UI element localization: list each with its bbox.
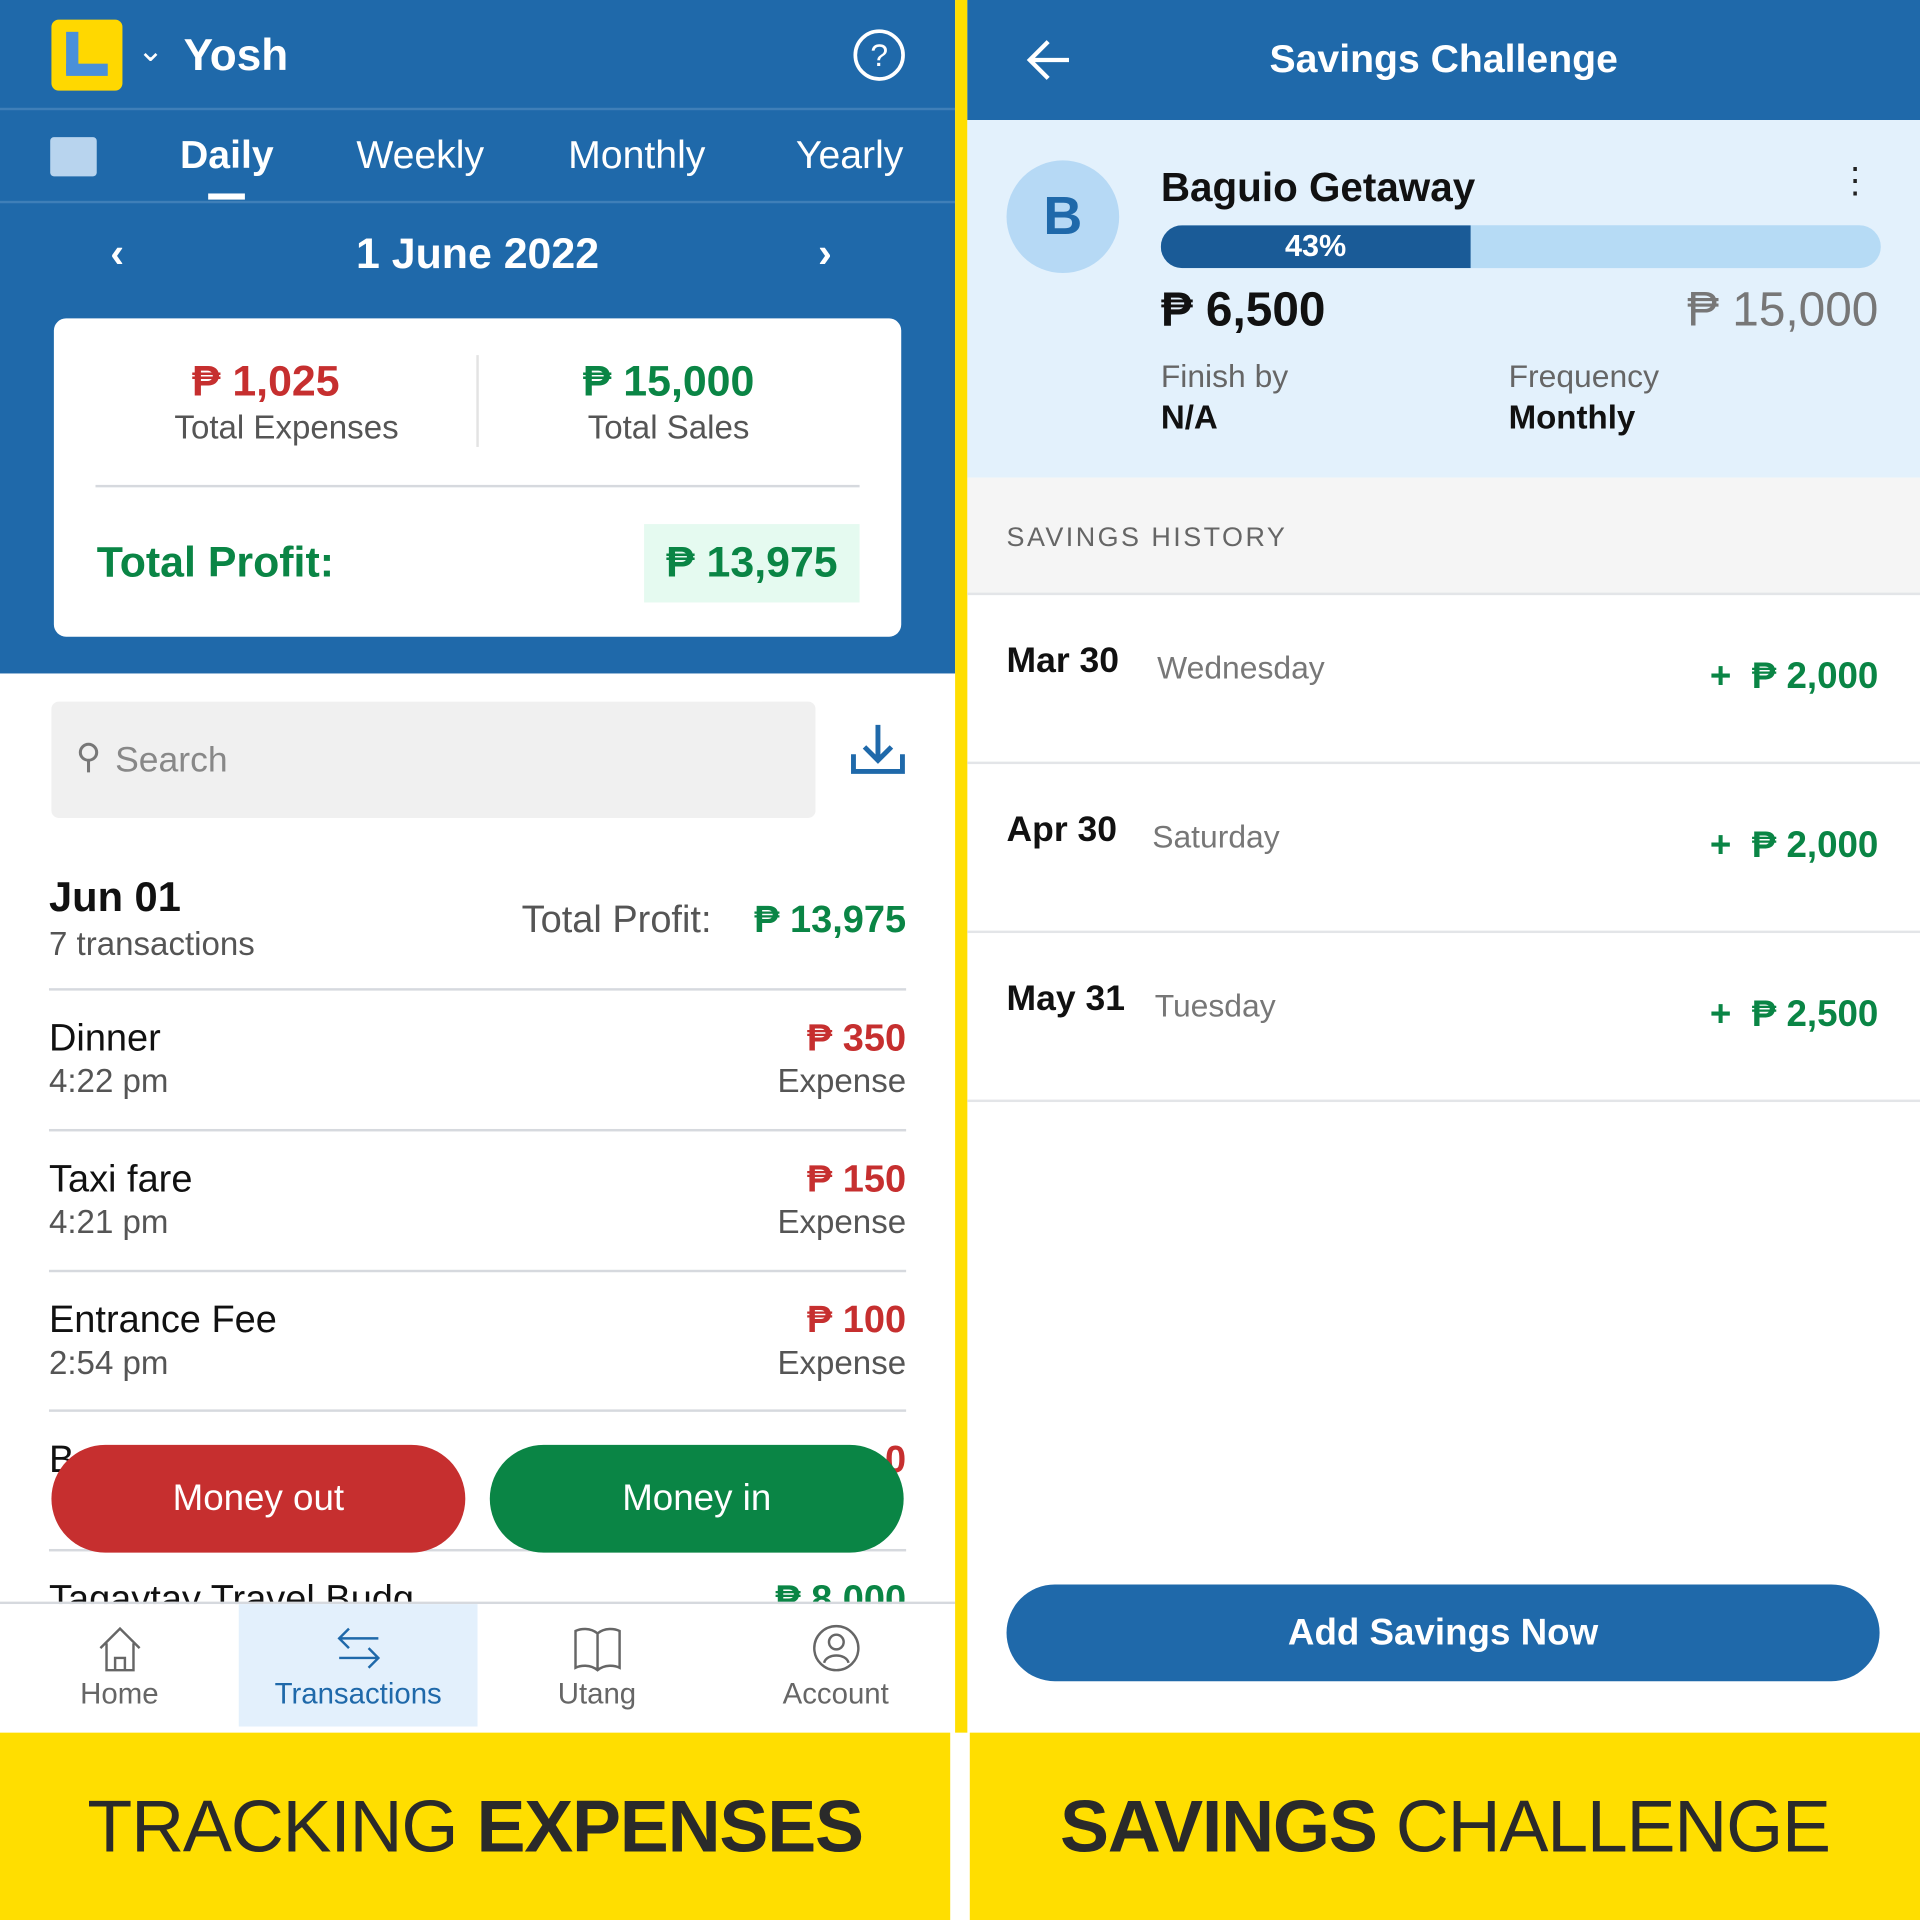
- history-amount: + ₱ 2,000: [1709, 656, 1879, 697]
- transaction-name: Tagaytay Travel Budg: [48, 1577, 415, 1605]
- summary-card: ₱ 1,025 Total Expenses ₱ 15,000 Total Sa…: [53, 318, 902, 637]
- history-date: Mar 30: [1006, 641, 1120, 681]
- banner-tracking-expenses: TRACKING EXPENSES: [0, 1732, 951, 1920]
- home-icon: [98, 1626, 140, 1672]
- goal-avatar: B: [1006, 160, 1120, 274]
- total-expenses-value: ₱ 1,025: [191, 357, 340, 406]
- transfer-icon: [336, 1627, 380, 1669]
- goal-progress-fill: 43%: [1160, 225, 1471, 269]
- goal-progress-bar: 43%: [1160, 225, 1881, 269]
- nav-label: Home: [80, 1677, 159, 1711]
- next-date-button[interactable]: ›: [818, 230, 832, 278]
- goal-card: B Baguio Getaway · · · 43% ₱ 6,500 ₱ 15,00…: [967, 120, 1920, 478]
- goal-name: Baguio Getaway: [1160, 164, 1476, 210]
- transaction-name: Entrance Fee: [48, 1297, 277, 1341]
- finish-by-label: Finish by: [1160, 357, 1289, 395]
- current-date: 1 June 2022: [356, 230, 600, 278]
- download-icon[interactable]: [850, 722, 906, 776]
- transaction-type: Expense: [777, 1203, 907, 1241]
- banner-text-bold: SAVINGS: [1059, 1785, 1396, 1868]
- total-expenses-label: Total Expenses: [174, 408, 399, 446]
- panel-divider: [955, 0, 968, 1733]
- history-weekday: Saturday: [1152, 817, 1280, 855]
- day-profit-label: Total Profit:: [521, 897, 712, 941]
- nav-transactions[interactable]: Transactions: [238, 1604, 478, 1727]
- search-input[interactable]: ⚲ Search: [51, 701, 816, 818]
- search-placeholder: Search: [115, 740, 228, 781]
- more-options-icon[interactable]: · · ·: [1849, 149, 1861, 210]
- money-out-button[interactable]: Money out: [51, 1444, 466, 1553]
- app-logo[interactable]: [51, 19, 123, 91]
- nav-home[interactable]: Home: [0, 1604, 239, 1726]
- day-profit-value: ₱ 13,975: [754, 897, 907, 941]
- goal-progress-label: 43%: [1284, 228, 1347, 264]
- history-row: May 31 Tuesday + ₱ 2,500: [967, 933, 1920, 1103]
- frequency-label: Frequency: [1508, 357, 1659, 395]
- book-icon: [573, 1627, 621, 1672]
- tab-daily[interactable]: Daily: [180, 132, 274, 177]
- account-name[interactable]: Yosh: [184, 29, 289, 80]
- total-profit-value: ₱ 13,975: [644, 524, 860, 603]
- nav-label: Account: [782, 1677, 889, 1711]
- transaction-type: Expense: [777, 1344, 907, 1382]
- total-sales-label: Total Sales: [587, 408, 750, 446]
- transaction-amount: ₱ 150: [806, 1157, 907, 1201]
- total-sales-value: ₱ 15,000: [582, 357, 755, 406]
- total-profit-label: Total Profit:: [96, 538, 334, 587]
- history-date: Apr 30: [1006, 810, 1118, 850]
- transaction-type: Expense: [777, 1062, 907, 1100]
- transaction-time: 4:22 pm: [48, 1062, 169, 1100]
- transaction-row[interactable]: Tagaytay Travel Budg ₱ 8,000: [0, 1550, 955, 1604]
- history-weekday: Wednesday: [1157, 648, 1325, 686]
- day-date: Jun 01: [48, 874, 181, 921]
- transaction-name: Dinner: [48, 1016, 161, 1060]
- money-in-button[interactable]: Money in: [489, 1444, 904, 1553]
- tab-yearly[interactable]: Yearly: [796, 132, 903, 177]
- history-date: May 31: [1006, 979, 1125, 1019]
- goal-target: ₱ 15,000: [1687, 284, 1879, 337]
- frequency-value: Monthly: [1508, 399, 1636, 436]
- banner-text-bold: EXPENSES: [476, 1785, 864, 1868]
- transaction-row[interactable]: Taxi fare 4:21 pm ₱ 150 Expense: [0, 1130, 955, 1271]
- banner-text-light: CHALLENGE: [1395, 1785, 1831, 1868]
- transaction-time: 2:54 pm: [48, 1344, 169, 1382]
- goal-saved: ₱ 6,500: [1160, 284, 1326, 337]
- history-amount: + ₱ 2,500: [1709, 994, 1879, 1035]
- tab-monthly[interactable]: Monthly: [568, 132, 705, 177]
- savings-history-title: SAVINGS HISTORY: [1006, 521, 1288, 553]
- tab-weekly[interactable]: Weekly: [356, 132, 484, 177]
- calendar-icon[interactable]: [50, 137, 97, 177]
- help-icon[interactable]: ?: [853, 29, 905, 81]
- transaction-time: 4:21 pm: [48, 1203, 169, 1241]
- nav-utang[interactable]: Utang: [478, 1604, 717, 1726]
- transaction-amount: ₱ 350: [806, 1016, 907, 1060]
- banner-savings-challenge: SAVINGS CHALLENGE: [969, 1732, 1920, 1920]
- transaction-row[interactable]: Dinner 4:22 pm ₱ 350 Expense: [0, 989, 955, 1130]
- chevron-down-icon[interactable]: ⌄: [137, 32, 164, 70]
- user-circle-icon: [812, 1624, 859, 1672]
- day-count: 7 transactions: [48, 925, 255, 963]
- savings-history-header: SAVINGS HISTORY: [967, 477, 1920, 596]
- transaction-row[interactable]: Entrance Fee 2:54 pm ₱ 100 Expense: [0, 1271, 955, 1412]
- page-title: Savings Challenge: [1269, 36, 1618, 81]
- nav-label: Transactions: [274, 1677, 442, 1711]
- finish-by-value: N/A: [1160, 399, 1218, 436]
- banner-text-light: TRACKING: [87, 1785, 477, 1868]
- transaction-amount: ₱ 100: [806, 1297, 907, 1341]
- transaction-amount: ₱ 8,000: [775, 1577, 907, 1605]
- history-amount: + ₱ 2,000: [1709, 825, 1879, 866]
- history-row: Mar 30 Wednesday + ₱ 2,000: [967, 595, 1920, 765]
- tab-active-indicator: [208, 193, 245, 200]
- transaction-name: Taxi fare: [48, 1157, 193, 1201]
- search-icon: ⚲: [75, 737, 102, 776]
- nav-account[interactable]: Account: [716, 1604, 955, 1726]
- history-weekday: Tuesday: [1154, 986, 1276, 1024]
- history-row: Apr 30 Saturday + ₱ 2,000: [967, 764, 1920, 934]
- add-savings-button[interactable]: Add Savings Now: [1006, 1584, 1880, 1682]
- nav-label: Utang: [557, 1677, 637, 1711]
